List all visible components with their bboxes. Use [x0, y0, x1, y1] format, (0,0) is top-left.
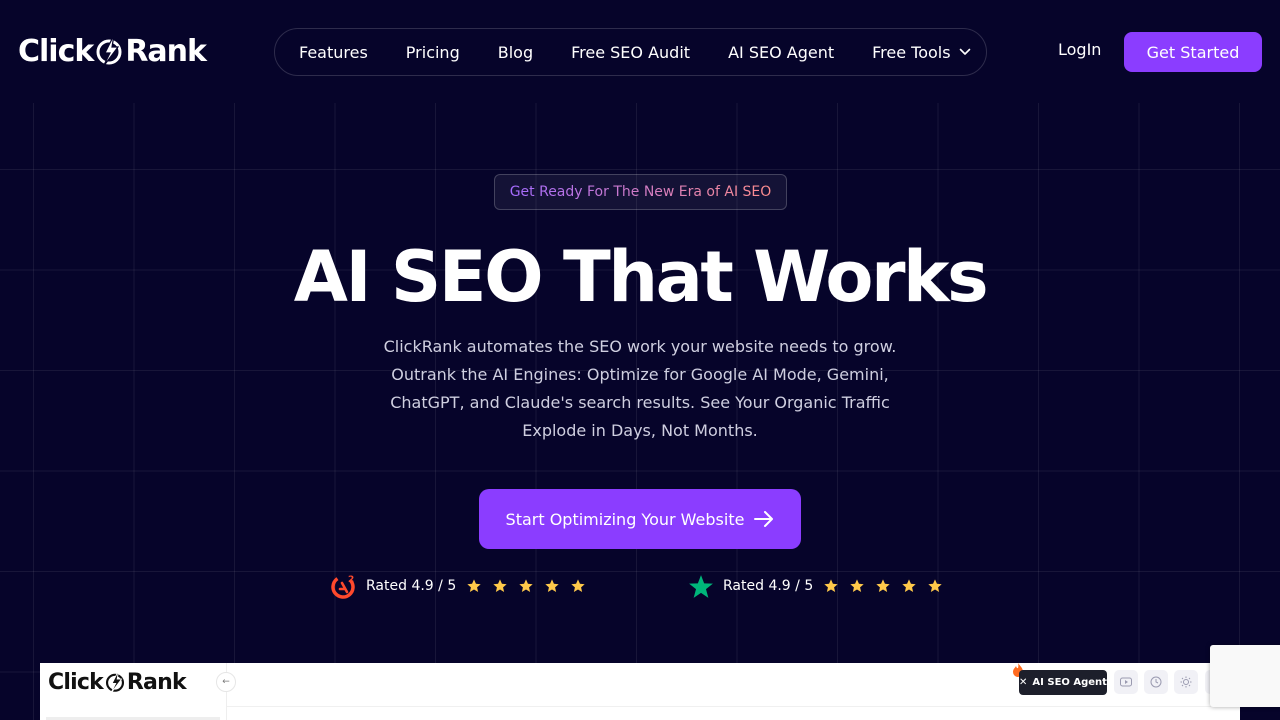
clock-icon — [1144, 670, 1168, 694]
star-icon — [570, 578, 586, 594]
collapse-arrow-icon: ← — [216, 672, 236, 692]
hero-tagline-text: Get Ready For The New Era of AI SEO — [509, 184, 772, 200]
trustpilot-icon — [688, 573, 714, 599]
star-icon — [492, 578, 508, 594]
nav-ai-seo-agent[interactable]: AI SEO Agent — [728, 43, 834, 62]
preview-logo: Click Rank — [48, 669, 187, 695]
nav-blog-label: Blog — [497, 42, 534, 62]
g2-stars — [466, 578, 596, 594]
star-icon — [823, 578, 839, 594]
nav-free-tools-dropdown[interactable]: Free Tools — [872, 43, 970, 62]
app-preview-screenshot: Click Rank ← ✕ AI SEO Agent — [40, 663, 1240, 720]
star-icon — [875, 578, 891, 594]
login-link[interactable]: LogIn — [1058, 40, 1101, 59]
hero-title: AI SEO That Works — [293, 236, 989, 318]
preview-logo-rank: Rank — [126, 669, 187, 695]
main-nav: Features Pricing Blog Free SEO Audit AI … — [274, 28, 987, 76]
nav-features[interactable]: Features — [299, 43, 368, 62]
nav-free-tools-label: Free Tools — [872, 42, 951, 62]
get-started-button[interactable]: Get Started — [1124, 32, 1262, 72]
arrow-right-icon — [754, 511, 774, 527]
star-icon — [901, 578, 917, 594]
logo-text-rank: Rank — [125, 33, 207, 69]
start-optimizing-button[interactable]: Start Optimizing Your Website — [479, 489, 801, 549]
star-icon — [544, 578, 560, 594]
chevron-down-icon — [959, 48, 971, 56]
nav-free-seo-audit-label: Free SEO Audit — [571, 42, 691, 62]
nav-free-seo-audit[interactable]: Free SEO Audit — [571, 43, 690, 62]
star-icon — [466, 578, 482, 594]
star-icon — [849, 578, 865, 594]
g2-icon: 2 — [331, 573, 357, 599]
nav-pricing[interactable]: Pricing — [406, 43, 460, 62]
star-icon — [927, 578, 943, 594]
preview-ai-seo-agent-button: ✕ AI SEO Agent — [1019, 670, 1107, 695]
preview-agent-label: AI SEO Agent — [1032, 677, 1107, 688]
site-header: Click Rank Features Pricing Blog Free SE… — [0, 0, 1280, 103]
cta-label: Start Optimizing Your Website — [505, 509, 745, 529]
preview-logo-click: Click — [48, 669, 104, 695]
logo-text-click: Click — [18, 33, 94, 69]
trustpilot-rating: Rated 4.9 / 5 — [688, 572, 953, 600]
video-icon — [1114, 670, 1138, 694]
hero-tagline-badge: Get Ready For The New Era of AI SEO — [494, 174, 787, 210]
nav-pricing-label: Pricing — [405, 42, 460, 62]
recaptcha-badge[interactable] — [1210, 645, 1280, 707]
nav-blog[interactable]: Blog — [498, 43, 533, 62]
preview-rocket-logo-icon — [104, 669, 126, 695]
nav-features-label: Features — [299, 42, 368, 62]
g2-rating-text: Rated 4.9 / 5 — [366, 578, 457, 594]
trustpilot-rating-text: Rated 4.9 / 5 — [723, 578, 814, 594]
g2-rating: 2 Rated 4.9 / 5 — [331, 572, 596, 600]
hero-description: ClickRank automates the SEO work your we… — [383, 337, 897, 440]
sun-icon — [1174, 670, 1198, 694]
rocket-logo-icon — [94, 33, 124, 69]
star-icon — [518, 578, 534, 594]
nav-ai-seo-agent-label: AI SEO Agent — [728, 42, 835, 62]
preview-header-divider — [227, 706, 1240, 707]
site-logo[interactable]: Click Rank — [18, 30, 207, 72]
trustpilot-stars — [823, 578, 953, 594]
close-icon: ✕ — [1019, 677, 1028, 688]
svg-text:2: 2 — [348, 575, 354, 585]
